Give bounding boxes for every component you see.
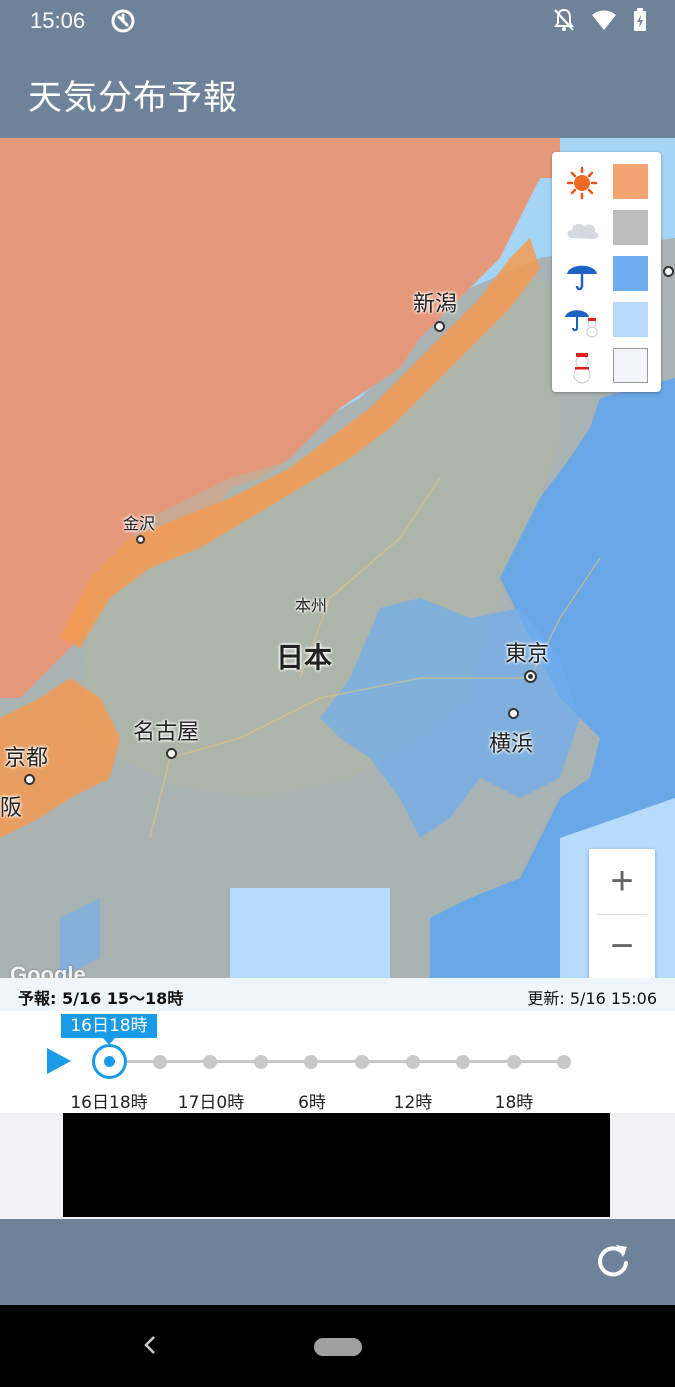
battery-charging-icon: [634, 8, 646, 31]
wifi-icon: [592, 10, 616, 30]
time-label-0: 16日18時: [70, 1093, 148, 1113]
place-kyoto-dot: [24, 774, 35, 785]
place-kanazawa: 金沢: [123, 514, 156, 533]
time-step-dot[interactable]: [152, 1055, 167, 1069]
place-kanazawa-dot: [136, 535, 145, 544]
notifications-off-icon: [554, 8, 574, 31]
time-label-2: 6時: [298, 1093, 326, 1113]
refresh-icon[interactable]: [593, 1241, 633, 1281]
weather-legend: [552, 152, 661, 392]
home-pill-icon[interactable]: [314, 1338, 362, 1356]
place-kyoto: 京都: [4, 746, 49, 771]
system-nav-bar: [0, 1305, 675, 1387]
place-tokyo: 東京: [505, 642, 550, 667]
updated-time: 更新: 5/16 15:06: [527, 989, 657, 1008]
time-step-dot[interactable]: [355, 1055, 369, 1069]
place-nagoya: 名古屋: [133, 720, 200, 745]
legend-swatch-snow: [613, 348, 648, 383]
place-niigata-dot: [434, 321, 445, 332]
zoom-in-button[interactable]: +: [589, 849, 655, 914]
time-slider-thumb[interactable]: [92, 1044, 127, 1079]
play-icon[interactable]: [44, 1046, 74, 1076]
place-niigata: 新潟: [413, 292, 458, 317]
time-step-dot[interactable]: [405, 1055, 420, 1069]
legend-row-cloudy: [552, 204, 661, 250]
time-label-3: 12時: [393, 1093, 433, 1113]
time-label-4: 18時: [494, 1093, 534, 1113]
forecast-period: 予報: 5/16 15〜18時: [18, 989, 184, 1008]
time-slider-track[interactable]: [108, 1060, 566, 1063]
legend-swatch-rain: [613, 256, 648, 291]
time-slider[interactable]: 16日18時 16日18時 17日0時 6時 12時 18時: [0, 1011, 675, 1113]
ad-banner[interactable]: [63, 1113, 610, 1217]
place-yokohama: 横浜: [489, 732, 534, 757]
ad-area: [0, 1113, 675, 1219]
app-title: 天気分布予報: [28, 78, 238, 118]
legend-row-rain: [552, 250, 661, 296]
legend-swatch-sunny: [613, 164, 648, 199]
place-osaka: 阪: [0, 796, 23, 821]
umbrella-snowman-icon: [565, 310, 598, 338]
time-step-dot[interactable]: [557, 1055, 572, 1069]
legend-swatch-rain-snow: [613, 302, 648, 337]
legend-row-rain-snow: [552, 296, 661, 342]
cloud-icon: [567, 223, 599, 239]
zoom-out-button[interactable]: −: [589, 914, 655, 979]
forecast-info-bar: 予報: 5/16 15〜18時 更新: 5/16 15:06: [0, 978, 675, 1011]
place-tokyo-dot: [524, 670, 537, 683]
time-step-dot[interactable]: [203, 1055, 218, 1069]
data-saver-icon: [111, 9, 135, 33]
legend-row-snow: [552, 342, 661, 388]
legend-swatch-cloudy: [613, 210, 648, 245]
app-bar: 天気分布予報: [0, 44, 675, 138]
back-icon[interactable]: [140, 1333, 160, 1357]
rain-snow-area: [230, 888, 390, 978]
place-yokohama-dot: [508, 708, 519, 719]
zoom-controls: + −: [589, 849, 655, 979]
status-icons: [553, 8, 647, 32]
time-step-dot[interactable]: [506, 1055, 521, 1069]
bottom-bar: [0, 1219, 675, 1305]
time-label-1: 17日0時: [177, 1093, 245, 1113]
status-time: 15:06: [30, 8, 86, 33]
snowman-icon: [573, 353, 591, 384]
umbrella-icon: [567, 265, 597, 291]
time-step-dot[interactable]: [456, 1055, 471, 1069]
place-nagoya-dot: [166, 748, 177, 759]
status-bar: 15:06: [0, 0, 675, 44]
app-screen: 15:06 天気分布予報 新潟 金沢 本州 日本 東京 名古屋 横浜 京都 阪 …: [0, 0, 675, 1387]
place-edge-dot: [663, 266, 674, 277]
place-honshu: 本州: [295, 596, 328, 615]
current-time-bubble: 16日18時: [61, 1014, 157, 1045]
time-step-dot[interactable]: [253, 1055, 268, 1069]
legend-row-sunny: [552, 158, 661, 204]
place-japan: 日本: [276, 641, 333, 674]
time-step-dot[interactable]: [304, 1055, 319, 1069]
sun-icon: [566, 166, 598, 200]
